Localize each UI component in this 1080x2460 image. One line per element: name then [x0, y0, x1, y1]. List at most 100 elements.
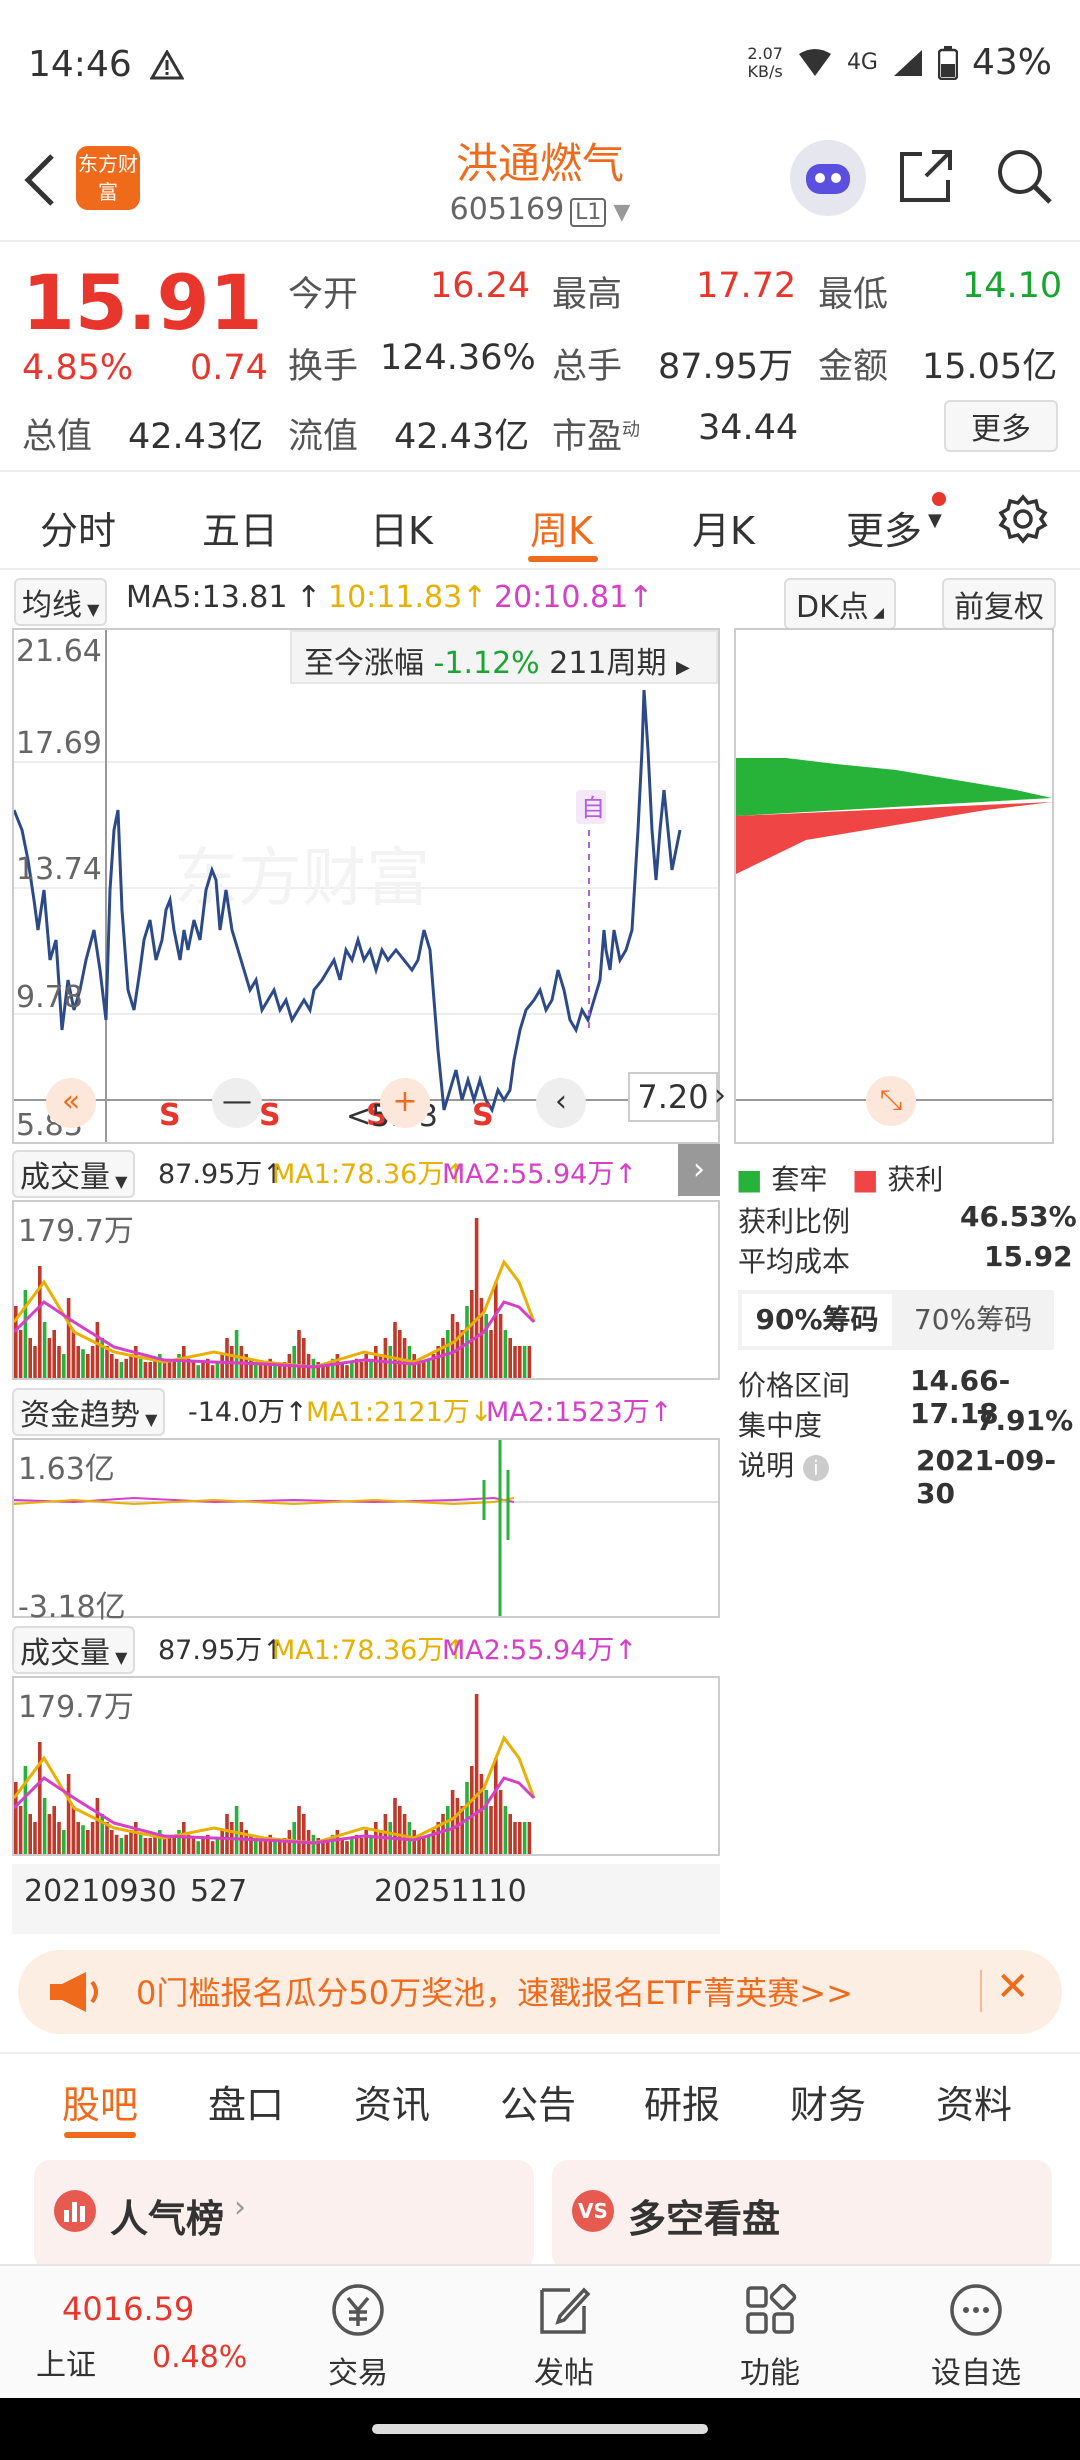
volume-bar — [498, 1790, 503, 1854]
volume-bar — [124, 1834, 128, 1854]
volume-bar — [489, 1330, 493, 1378]
volume-bar — [350, 1838, 354, 1854]
volume-bar — [513, 1346, 517, 1378]
nav-trade-label: 交易 — [328, 2356, 388, 2391]
tab-monthly-k[interactable]: 月K — [692, 500, 755, 555]
fund-ymin: -3.18亿 — [18, 1590, 126, 1625]
bull-bear-card[interactable]: VS 多空看盘 — [552, 2160, 1052, 2270]
nav-functions[interactable]: 功能 — [690, 2280, 850, 2392]
volume-bar — [138, 1358, 143, 1378]
volume-value: 87.95万 — [658, 347, 794, 387]
subtab-financials[interactable]: 财务 — [790, 2074, 866, 2129]
volume-bar — [234, 1330, 239, 1378]
vol-ymax: 179.7万 — [18, 1214, 134, 1249]
tab-70-chip[interactable]: 70%筹码 — [898, 1294, 1048, 1346]
y-label: 9.78 — [16, 980, 83, 1015]
kline-panel[interactable]: 东方财富 自 S S S S <5.83 — [12, 628, 720, 1144]
volume-bar — [398, 1330, 402, 1378]
vol-indicator-select[interactable]: 成交量 ▼ — [12, 1150, 136, 1198]
volume-bar — [359, 1362, 364, 1378]
subtab-forum[interactable]: 股吧 — [62, 2074, 138, 2129]
volume-bar — [42, 1322, 47, 1378]
turnover-label: 换手 — [288, 347, 359, 387]
volume-bar — [138, 1834, 143, 1854]
subtab-profile[interactable]: 资料 — [936, 2074, 1012, 2129]
volume-bar — [52, 1330, 56, 1378]
zoom-in-icon[interactable]: + — [380, 1078, 430, 1128]
volume-bar — [527, 1346, 532, 1378]
nav-post[interactable]: 发帖 — [484, 2280, 644, 2392]
collapse-side-panel-icon[interactable]: › — [678, 1144, 720, 1196]
tab-daily-k[interactable]: 日K — [370, 500, 433, 555]
profit-ratio-value: 46.53% — [960, 1200, 1077, 1233]
legend-profit: ■ 获利 — [852, 1163, 944, 1196]
vol2-indicator-select[interactable]: 成交量 ▼ — [12, 1626, 136, 1674]
subtab-orderbook[interactable]: 盘口 — [208, 2074, 284, 2129]
scroll-left-fast-icon[interactable]: « — [46, 1078, 96, 1128]
search-icon[interactable] — [994, 146, 1054, 206]
tab-more[interactable]: 更多 — [846, 500, 922, 555]
subtab-research[interactable]: 研报 — [644, 2074, 720, 2129]
current-price: 15.91 — [22, 258, 263, 347]
zoom-out-icon[interactable]: — — [212, 1078, 262, 1128]
robot-assistant-icon[interactable] — [790, 140, 866, 216]
close-icon[interactable]: ✕ — [996, 1964, 1030, 2010]
volume-bar — [110, 1354, 114, 1378]
status-bar: 14:46 2.07 KB/s 4G 43% — [0, 0, 1080, 130]
ma-select[interactable]: 均线 ▼ — [14, 578, 108, 626]
banner-text: 0门槛报名瓜分50万奖池，速戳报名ETF菁英赛>> — [136, 1974, 853, 2012]
volume-bar — [474, 1694, 479, 1854]
volume-bar — [47, 1814, 52, 1854]
adjust-button[interactable]: 前复权 — [942, 578, 1056, 630]
tab-90-chip[interactable]: 90%筹码 — [742, 1294, 892, 1346]
period-change-box[interactable]: 至今涨幅 -1.12% 211周期 ▶ — [290, 630, 718, 684]
dk-point-button[interactable]: DK点 ◢ — [784, 578, 896, 630]
volume-bar — [86, 1830, 90, 1854]
note-label[interactable]: 说明 i — [738, 1444, 829, 1484]
chip-chart — [736, 758, 1052, 1101]
more-button[interactable]: 更多 — [944, 400, 1058, 452]
nav-add-watchlist[interactable]: 设自选 — [896, 2280, 1056, 2392]
volume-bar — [215, 1362, 220, 1378]
index-value[interactable]: 4016.59 — [62, 2290, 194, 2328]
subtab-announcements[interactable]: 公告 — [500, 2074, 576, 2129]
settings-gear-icon[interactable] — [998, 494, 1048, 544]
nav-add-watchlist-label: 设自选 — [931, 2356, 1021, 2391]
volume-bar — [191, 1362, 196, 1378]
divider — [0, 240, 1080, 242]
scroll-right-icon[interactable]: › — [714, 1078, 726, 1113]
volume-bar — [479, 1298, 484, 1378]
expand-icon[interactable]: ⤡ — [866, 1076, 916, 1126]
tab-five-day[interactable]: 五日 — [202, 500, 278, 555]
ma10-arrow: ↑ — [462, 580, 488, 615]
volume-bar — [412, 1830, 416, 1854]
promo-banner[interactable]: 0门槛报名瓜分50万奖池，速戳报名ETF菁英赛>> ✕ — [18, 1950, 1062, 2034]
scroll-left-icon[interactable]: ‹ — [536, 1078, 586, 1128]
volume-bar — [71, 1806, 76, 1854]
subtab-news[interactable]: 资讯 — [354, 2074, 430, 2129]
volume-bar — [129, 1830, 133, 1854]
volume-bar — [489, 1806, 493, 1854]
fund-indicator-select[interactable]: 资金趋势 ▼ — [12, 1388, 166, 1436]
volume-bar — [494, 1758, 498, 1854]
y-label-top: 21.64 — [16, 634, 102, 669]
warning-icon — [150, 50, 184, 80]
vol2-ma2: MA2:55.94万↑ — [442, 1635, 637, 1666]
nav-trade[interactable]: 交易 — [278, 2280, 438, 2392]
home-indicator[interactable] — [372, 2424, 708, 2434]
volume-bar — [393, 1322, 397, 1378]
self-select-marker: 自 — [581, 794, 605, 822]
volume-bar — [71, 1330, 76, 1378]
volume-bar — [518, 1346, 522, 1378]
popularity-card[interactable]: 人气榜 › — [34, 2160, 534, 2270]
share-icon[interactable] — [896, 146, 956, 206]
dropdown-icon: ▼ — [928, 510, 942, 531]
vol2-ma1: MA1:78.36万↑ — [272, 1635, 467, 1666]
volume-bar — [402, 1814, 407, 1854]
volume-bar — [441, 1338, 445, 1378]
volume-panel: 179.7万 — [12, 1200, 720, 1380]
tab-intraday[interactable]: 分时 — [40, 500, 116, 555]
volume-bar — [18, 1806, 23, 1854]
wifi-icon — [797, 48, 833, 78]
tab-weekly-k[interactable]: 周K — [530, 500, 593, 555]
